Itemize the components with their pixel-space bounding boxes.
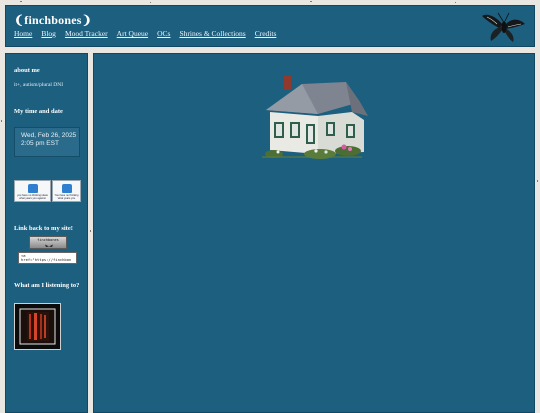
stamp-badge[interactable]: you have no thinking ideas what years yo…: [14, 180, 51, 202]
nav-mood-tracker-link[interactable]: Mood Tracker: [65, 29, 108, 38]
mini-moth-icon: [45, 244, 53, 247]
clock-time: 2:05 pm EST: [21, 140, 59, 147]
album-cover[interactable]: [14, 303, 61, 350]
background-speck: [90, 230, 91, 232]
site-button[interactable]: finchbones: [29, 236, 67, 249]
house-image: [256, 72, 371, 169]
listening-heading: What am I listening to?: [14, 282, 80, 289]
site-header: ❨finchbones❩ Home Blog Mood Tracker Art …: [5, 5, 535, 47]
background-speck: [150, 2, 151, 3]
clock-date: Wed, Feb 26, 2025: [21, 132, 77, 139]
stamp-text: You have no thinking what years you: [54, 194, 79, 200]
stamp-icon: [28, 184, 38, 193]
background-speck: [1, 120, 2, 122]
about-me-heading: about me: [14, 67, 40, 74]
site-button-text: finchbones: [37, 238, 59, 242]
background-speck: [310, 1, 312, 2]
main-nav: Home Blog Mood Tracker Art Queue OCs Shr…: [14, 29, 276, 38]
main-content: [93, 53, 535, 413]
sidebar: about me it+, autism/plural DNI My time …: [5, 53, 88, 413]
background-speck: [455, 2, 456, 3]
stamp-text: you have no thinking ideas what years yo…: [17, 194, 48, 200]
moth-icon: [481, 9, 527, 50]
link-code-textbox[interactable]: <a href="https://finchbon: [18, 252, 77, 264]
background-speck: [537, 180, 538, 182]
time-date-heading: My time and date: [14, 108, 63, 115]
nav-ocs-link[interactable]: OCs: [157, 29, 170, 38]
about-me-text: it+, autism/plural DNI: [14, 82, 64, 88]
link-back-heading: Link back to my site!: [14, 225, 73, 232]
background-speck: [20, 1, 22, 2]
stamp-icon: [62, 184, 72, 193]
nav-credits-link[interactable]: Credits: [255, 29, 277, 38]
clock-widget: Wed, Feb 26, 2025 2:05 pm EST: [14, 127, 80, 157]
nav-blog-link[interactable]: Blog: [41, 29, 56, 38]
nav-home-link[interactable]: Home: [14, 29, 32, 38]
nav-art-queue-link[interactable]: Art Queue: [117, 29, 148, 38]
stamp-badge[interactable]: You have no thinking what years you: [52, 180, 81, 202]
nav-shrines-link[interactable]: Shrines & Collections: [179, 29, 245, 38]
site-title: ❨finchbones❩: [14, 13, 92, 27]
